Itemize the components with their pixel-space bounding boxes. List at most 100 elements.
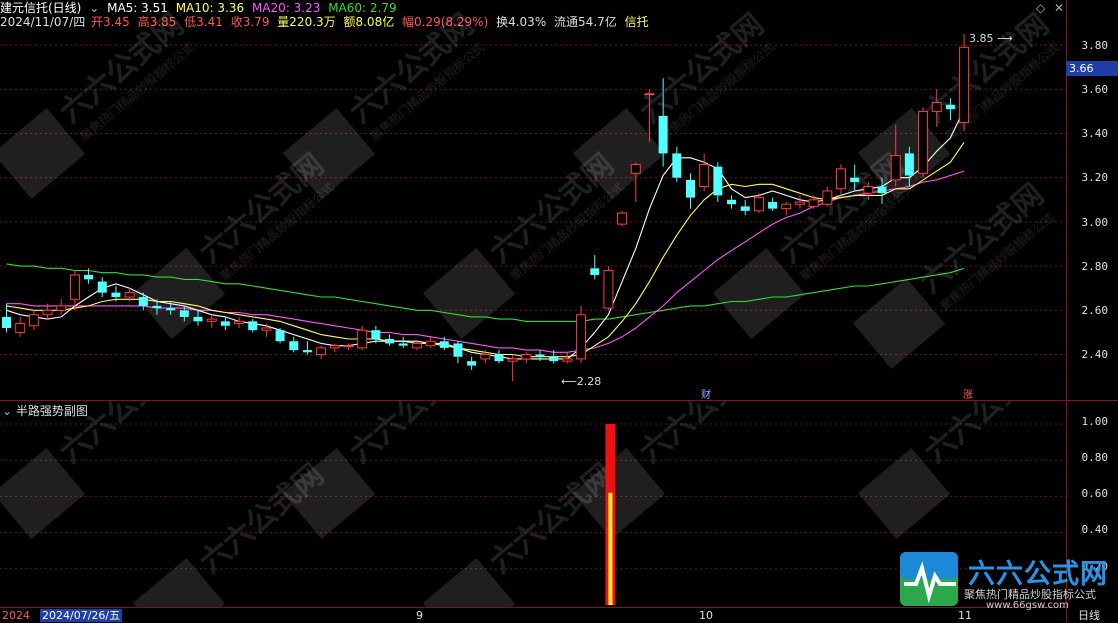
candle (959, 34, 970, 132)
candle-body (411, 342, 422, 349)
finance-event-badge[interactable]: 财 (701, 386, 711, 401)
sub-collapse-icon[interactable]: ⌄ (2, 404, 12, 418)
candle (768, 197, 778, 211)
candle-body (904, 153, 914, 176)
watermark-tile: 六六公式网聚焦热门精品炒股指标公式 (0, 7, 197, 199)
candle-body (166, 308, 176, 311)
candle (672, 146, 682, 183)
candle-body (877, 186, 887, 194)
candle-body (302, 350, 312, 353)
price-tick: 2.40 (1081, 348, 1109, 361)
candle-body (727, 199, 737, 205)
candle-body (138, 297, 148, 306)
candle (28, 310, 39, 331)
candle-body (343, 345, 354, 348)
logo-url: www.66gsw.com (986, 600, 1069, 611)
candle (699, 153, 710, 191)
candle-body (740, 206, 750, 211)
sub-panel-header: ⌄ 半路强势副图 (2, 402, 88, 419)
candle (15, 316, 26, 337)
low-marker: ⟵2.28 (561, 375, 602, 388)
candle-body (658, 115, 668, 154)
candle-body (220, 321, 230, 326)
candle-body (467, 361, 477, 366)
price-chart[interactable]: 六六公式网聚焦热门精品炒股指标公式 六六公式网聚焦热门精品炒股指标公式 六六公式网聚… (0, 0, 1066, 400)
candle-body (124, 292, 135, 298)
candle (713, 162, 723, 203)
candle-body (193, 316, 203, 322)
candle (425, 336, 436, 348)
candle-body (617, 212, 628, 225)
candle (590, 255, 600, 280)
candle-body (206, 318, 217, 322)
brand-logo: 六六公式网 聚焦热门精品炒股指标公式 www.66gsw.com (898, 550, 1118, 611)
candle-body (152, 305, 162, 309)
candle-body (794, 201, 805, 205)
low-price-label: 2.28 (576, 375, 602, 388)
candle-body (890, 155, 901, 181)
candle-body (357, 329, 368, 349)
candle-body (329, 345, 340, 349)
candle-body (603, 270, 614, 309)
limit-up-badge[interactable]: 涨 (963, 386, 973, 401)
candle (234, 316, 245, 328)
price-tick: 3.40 (1081, 127, 1109, 140)
watermark-tile: 六六公式网 (132, 457, 331, 608)
candle (206, 314, 217, 328)
panel-divider (0, 400, 1118, 401)
price-tick: 2.80 (1081, 260, 1109, 273)
candle-body (248, 321, 258, 331)
candle (343, 343, 354, 351)
candle-body (234, 320, 245, 325)
period-selector[interactable]: 日线 (1078, 609, 1100, 622)
candle (794, 195, 805, 209)
candle-body (261, 327, 272, 331)
candle-body (84, 274, 94, 280)
watermark-tile: 六六公式网 (857, 400, 1056, 539)
sub-panel-title[interactable]: 半路强势副图 (16, 404, 88, 418)
candle (822, 186, 833, 207)
watermark-tile: 六六公式网聚焦热门精品炒股指标公式 (132, 147, 337, 339)
candle (535, 350, 545, 362)
signal-bar-yellow (608, 492, 613, 605)
candle-body (713, 166, 723, 196)
date-cursor[interactable]: 2024/07/26/五 (40, 609, 123, 622)
candle-body (699, 163, 710, 188)
candle (302, 341, 312, 355)
candle-body (480, 354, 491, 360)
candle (494, 350, 504, 364)
candle-body (425, 340, 436, 347)
sub-tick: 1.00 (1081, 415, 1109, 428)
date-tick: 11 (958, 609, 972, 622)
axis-divider (1066, 0, 1067, 623)
candle (507, 354, 518, 382)
high-price-label: 3.85 (969, 32, 994, 45)
candle-body (42, 309, 53, 316)
candle (603, 266, 614, 311)
candle (576, 305, 587, 364)
sub-tick: 0.80 (1081, 451, 1109, 464)
logo-icon (900, 552, 958, 606)
watermark-tile: 六六公式网聚焦热门精品炒股指标公式 (422, 147, 627, 339)
candle-body (630, 163, 641, 174)
price-tick: 2.60 (1081, 304, 1109, 317)
candle-body (179, 310, 189, 317)
watermark-tile: 六六公式网 (422, 457, 621, 608)
candle (686, 173, 695, 209)
candle (56, 299, 67, 315)
candle-body (289, 341, 299, 351)
candle-body (590, 268, 600, 275)
candle-body (549, 356, 559, 362)
candle-body (111, 292, 121, 298)
candle (562, 352, 573, 364)
candle-body (15, 323, 26, 333)
candle-body (28, 314, 39, 327)
candle (727, 195, 737, 209)
sub-tick: 0.60 (1081, 487, 1109, 500)
candle-body (521, 354, 532, 360)
candle-body (385, 339, 395, 344)
candle-body (781, 203, 792, 210)
high-marker: 3.85 ⟶ (969, 32, 1013, 45)
candle-body (562, 358, 573, 362)
candle-body (507, 358, 518, 362)
